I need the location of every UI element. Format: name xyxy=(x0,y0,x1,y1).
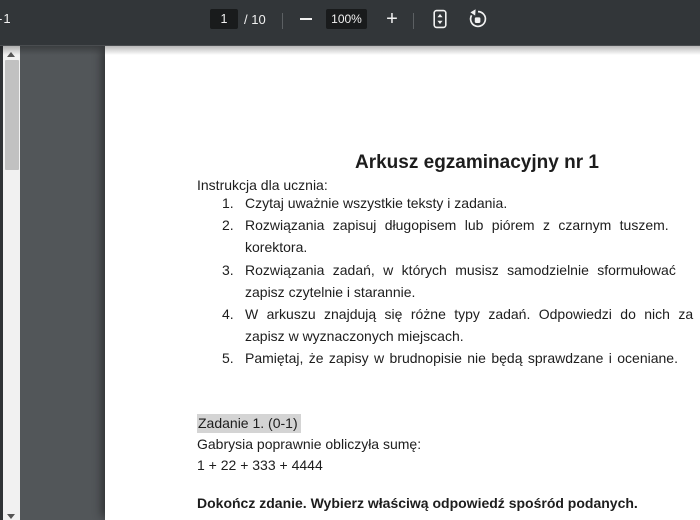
instruction-number: 2. xyxy=(222,217,234,234)
instructions-list: 1. Czytaj uważnie wszystkie teksty i zada… xyxy=(197,192,693,370)
instruction-text: Pamiętaj, że zapisy w brudnopisie nie bę… xyxy=(245,347,678,369)
task-label-highlighted: Zadanie 1. (0-1) xyxy=(197,414,301,433)
page-number-input[interactable]: 1 xyxy=(210,9,238,29)
instruction-number: 4. xyxy=(222,306,234,323)
instruction-item: 3. Rozwiązania zadań, w których musisz sa… xyxy=(197,259,693,303)
instruction-line: Pamiętaj, że zapisy w brudnopisie nie bę… xyxy=(245,350,678,367)
task-bold-instruction: Dokończ zdanie. Wybierz właściwą odpowie… xyxy=(197,495,638,511)
task-sum-line: 1 + 22 + 333 + 4444 xyxy=(197,457,323,473)
zoom-in-button[interactable]: + xyxy=(381,8,403,30)
instruction-line: Rozwiązania zadań, w których musisz samo… xyxy=(245,261,676,278)
zoom-out-button[interactable] xyxy=(295,8,317,30)
document-heading: Arkusz egzaminacyjny nr 1 xyxy=(355,152,599,173)
minus-icon xyxy=(300,18,312,20)
fit-to-page-button[interactable] xyxy=(429,8,451,30)
pdf-viewer-window: -1 1 / 10 100% + xyxy=(0,0,700,520)
toolbar-divider xyxy=(282,13,283,29)
instruction-item: 2. Rozwiązania zapisuj długopisem lub pió… xyxy=(197,214,693,258)
document-title-fragment: -1 xyxy=(0,11,12,26)
rotate-counterclockwise-icon xyxy=(469,9,487,28)
task-text-line: Gabrysia poprawnie obliczyła sumę: xyxy=(197,436,422,452)
scrollbar-thumb[interactable] xyxy=(4,60,19,170)
instruction-line: korektora. xyxy=(245,239,308,256)
instruction-line: W arkuszu znajdują się różne typy zadań.… xyxy=(245,306,694,323)
instruction-item: 5. Pamiętaj, że zapisy w brudnopisie nie … xyxy=(197,347,693,369)
instruction-line: zapisz w wyznaczonych miejscach. xyxy=(245,328,464,345)
down-arrow-icon[interactable] xyxy=(7,514,15,519)
instruction-line: Czytaj uważnie wszystkie teksty i zadani… xyxy=(245,195,508,211)
instruction-line: Rozwiązania zapisuj długopisem lub pióre… xyxy=(245,217,669,234)
instruction-text: W arkuszu znajdują się różne typy zadań.… xyxy=(245,303,693,347)
instruction-line: zapisz czytelnie i starannie. xyxy=(245,283,416,300)
instruction-text: Rozwiązania zadań, w których musisz samo… xyxy=(245,259,676,303)
instruction-number: 1. xyxy=(222,195,234,211)
instruction-number: 5. xyxy=(222,350,234,367)
up-arrow-icon[interactable] xyxy=(7,52,15,57)
instructions-intro: Instrukcja dla ucznia: xyxy=(197,177,328,193)
instruction-number: 3. xyxy=(222,261,234,278)
vertical-scrollbar[interactable] xyxy=(3,46,20,520)
rotate-button[interactable] xyxy=(467,8,489,30)
pdf-page: Arkusz egzaminacyjny nr 1 Instrukcja dla… xyxy=(105,46,700,520)
fit-to-page-icon xyxy=(433,9,447,29)
page-count-label: / 10 xyxy=(244,12,266,27)
task-block: Zadanie 1. (0-1) Gabrysia poprawnie obli… xyxy=(197,413,421,476)
instruction-text: Czytaj uważnie wszystkie teksty i zadani… xyxy=(245,192,507,214)
pdf-toolbar: -1 1 / 10 100% + xyxy=(0,0,700,46)
instruction-item: 1. Czytaj uważnie wszystkie teksty i zada… xyxy=(197,192,693,214)
zoom-level-display: 100% xyxy=(326,9,367,29)
instruction-item: 4. W arkuszu znajdują się różne typy zada… xyxy=(197,303,693,347)
toolbar-divider xyxy=(413,13,414,29)
instruction-text: Rozwiązania zapisuj długopisem lub pióre… xyxy=(245,214,669,258)
